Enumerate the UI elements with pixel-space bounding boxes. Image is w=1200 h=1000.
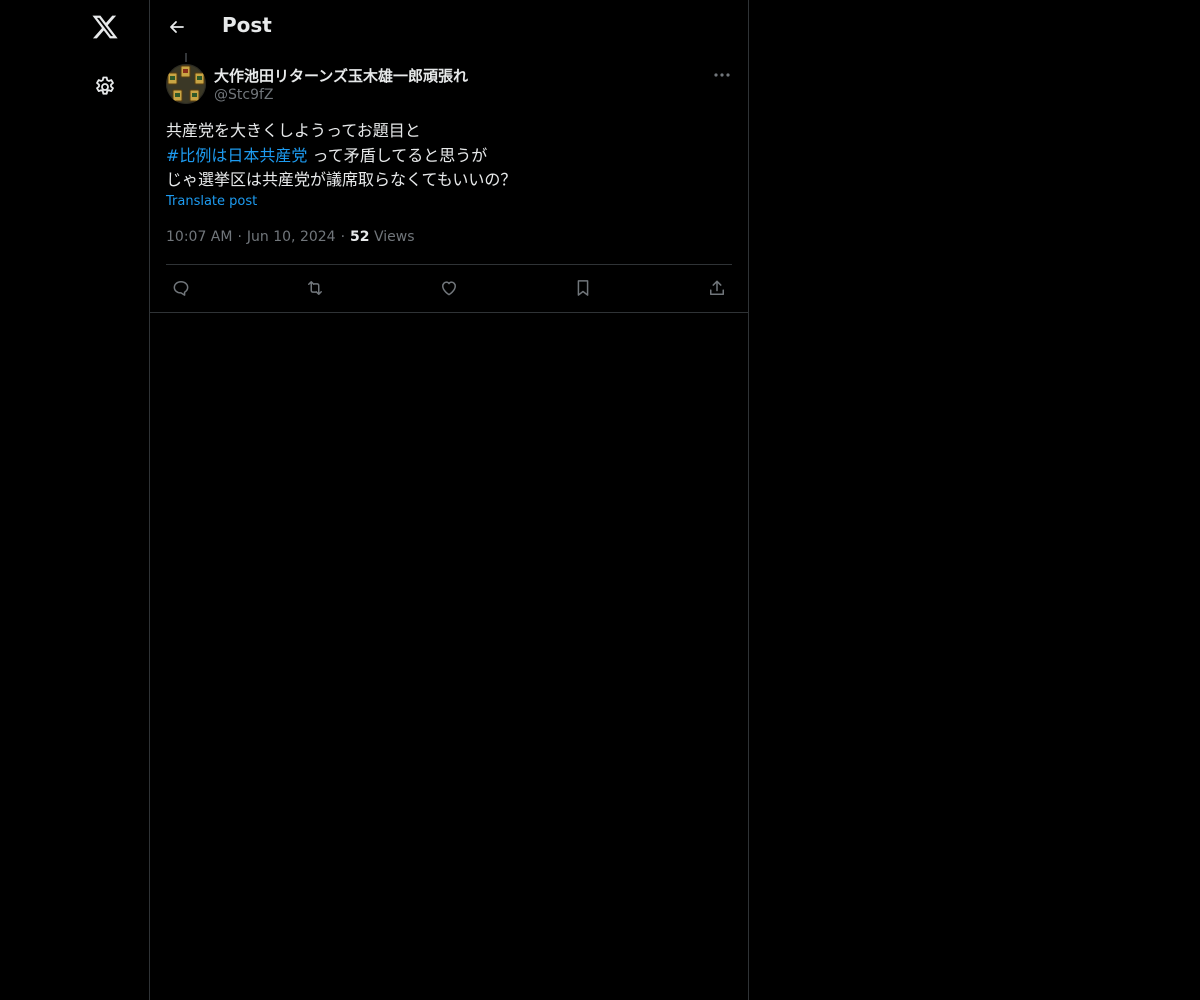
user-handle[interactable]: @Stc9fZ — [214, 87, 274, 103]
more-options-icon[interactable] — [710, 65, 734, 85]
page-title: Post — [222, 13, 272, 37]
avatar[interactable] — [166, 64, 206, 104]
display-name[interactable]: 大作池田リターンズ玉木雄一郎頑張れ — [214, 65, 468, 86]
post-text-line-3: じゃ選挙区は共産党が議席取らなくてもいいの？ — [166, 170, 517, 189]
back-arrow-icon[interactable] — [163, 13, 191, 41]
post-date[interactable]: Jun 10, 2024 — [247, 229, 336, 245]
meta-separator: · — [340, 229, 346, 245]
post-text: 共産党を大きくしようってお題目と #比例は日本共産党 って矛盾してると思うが じ… — [166, 119, 732, 193]
heart-icon[interactable] — [434, 275, 464, 301]
gear-icon[interactable] — [89, 71, 121, 103]
post-text-line-2-rest: って矛盾してると思うが — [307, 145, 488, 165]
main-column: Post 大作池田リターンズ玉木雄一郎頑張れ @Stc9fZ 共産党を大きくしよ… — [149, 0, 749, 1000]
reply-icon[interactable] — [166, 275, 196, 301]
divider — [166, 264, 732, 265]
post-time[interactable]: 10:07 AM — [166, 229, 232, 245]
left-nav — [0, 0, 149, 1000]
meta-separator: · — [237, 229, 242, 245]
x-logo-icon[interactable] — [88, 10, 122, 44]
post-text-line-1: 共産党を大きくしようってお題目と — [166, 121, 421, 140]
thread-line — [185, 53, 187, 62]
views-label: Views — [369, 229, 415, 245]
post-text-line-2: #比例は日本共産党 って矛盾してると思うが — [166, 144, 732, 169]
bookmark-icon[interactable] — [568, 275, 598, 301]
post-meta: 10:07 AM · Jun 10, 2024 · 52 Views — [166, 229, 414, 245]
hashtag-link[interactable]: #比例は日本共産党 — [166, 146, 307, 165]
views-count: 52 — [350, 229, 370, 245]
page-header: Post — [150, 0, 748, 53]
app-root: Post 大作池田リターンズ玉木雄一郎頑張れ @Stc9fZ 共産党を大きくしよ… — [0, 0, 1200, 1000]
repost-icon[interactable] — [300, 275, 330, 301]
share-icon[interactable] — [702, 275, 732, 301]
post: 大作池田リターンズ玉木雄一郎頑張れ @Stc9fZ 共産党を大きくしようってお題… — [150, 53, 748, 313]
translate-post-link[interactable]: Translate post — [166, 194, 257, 209]
